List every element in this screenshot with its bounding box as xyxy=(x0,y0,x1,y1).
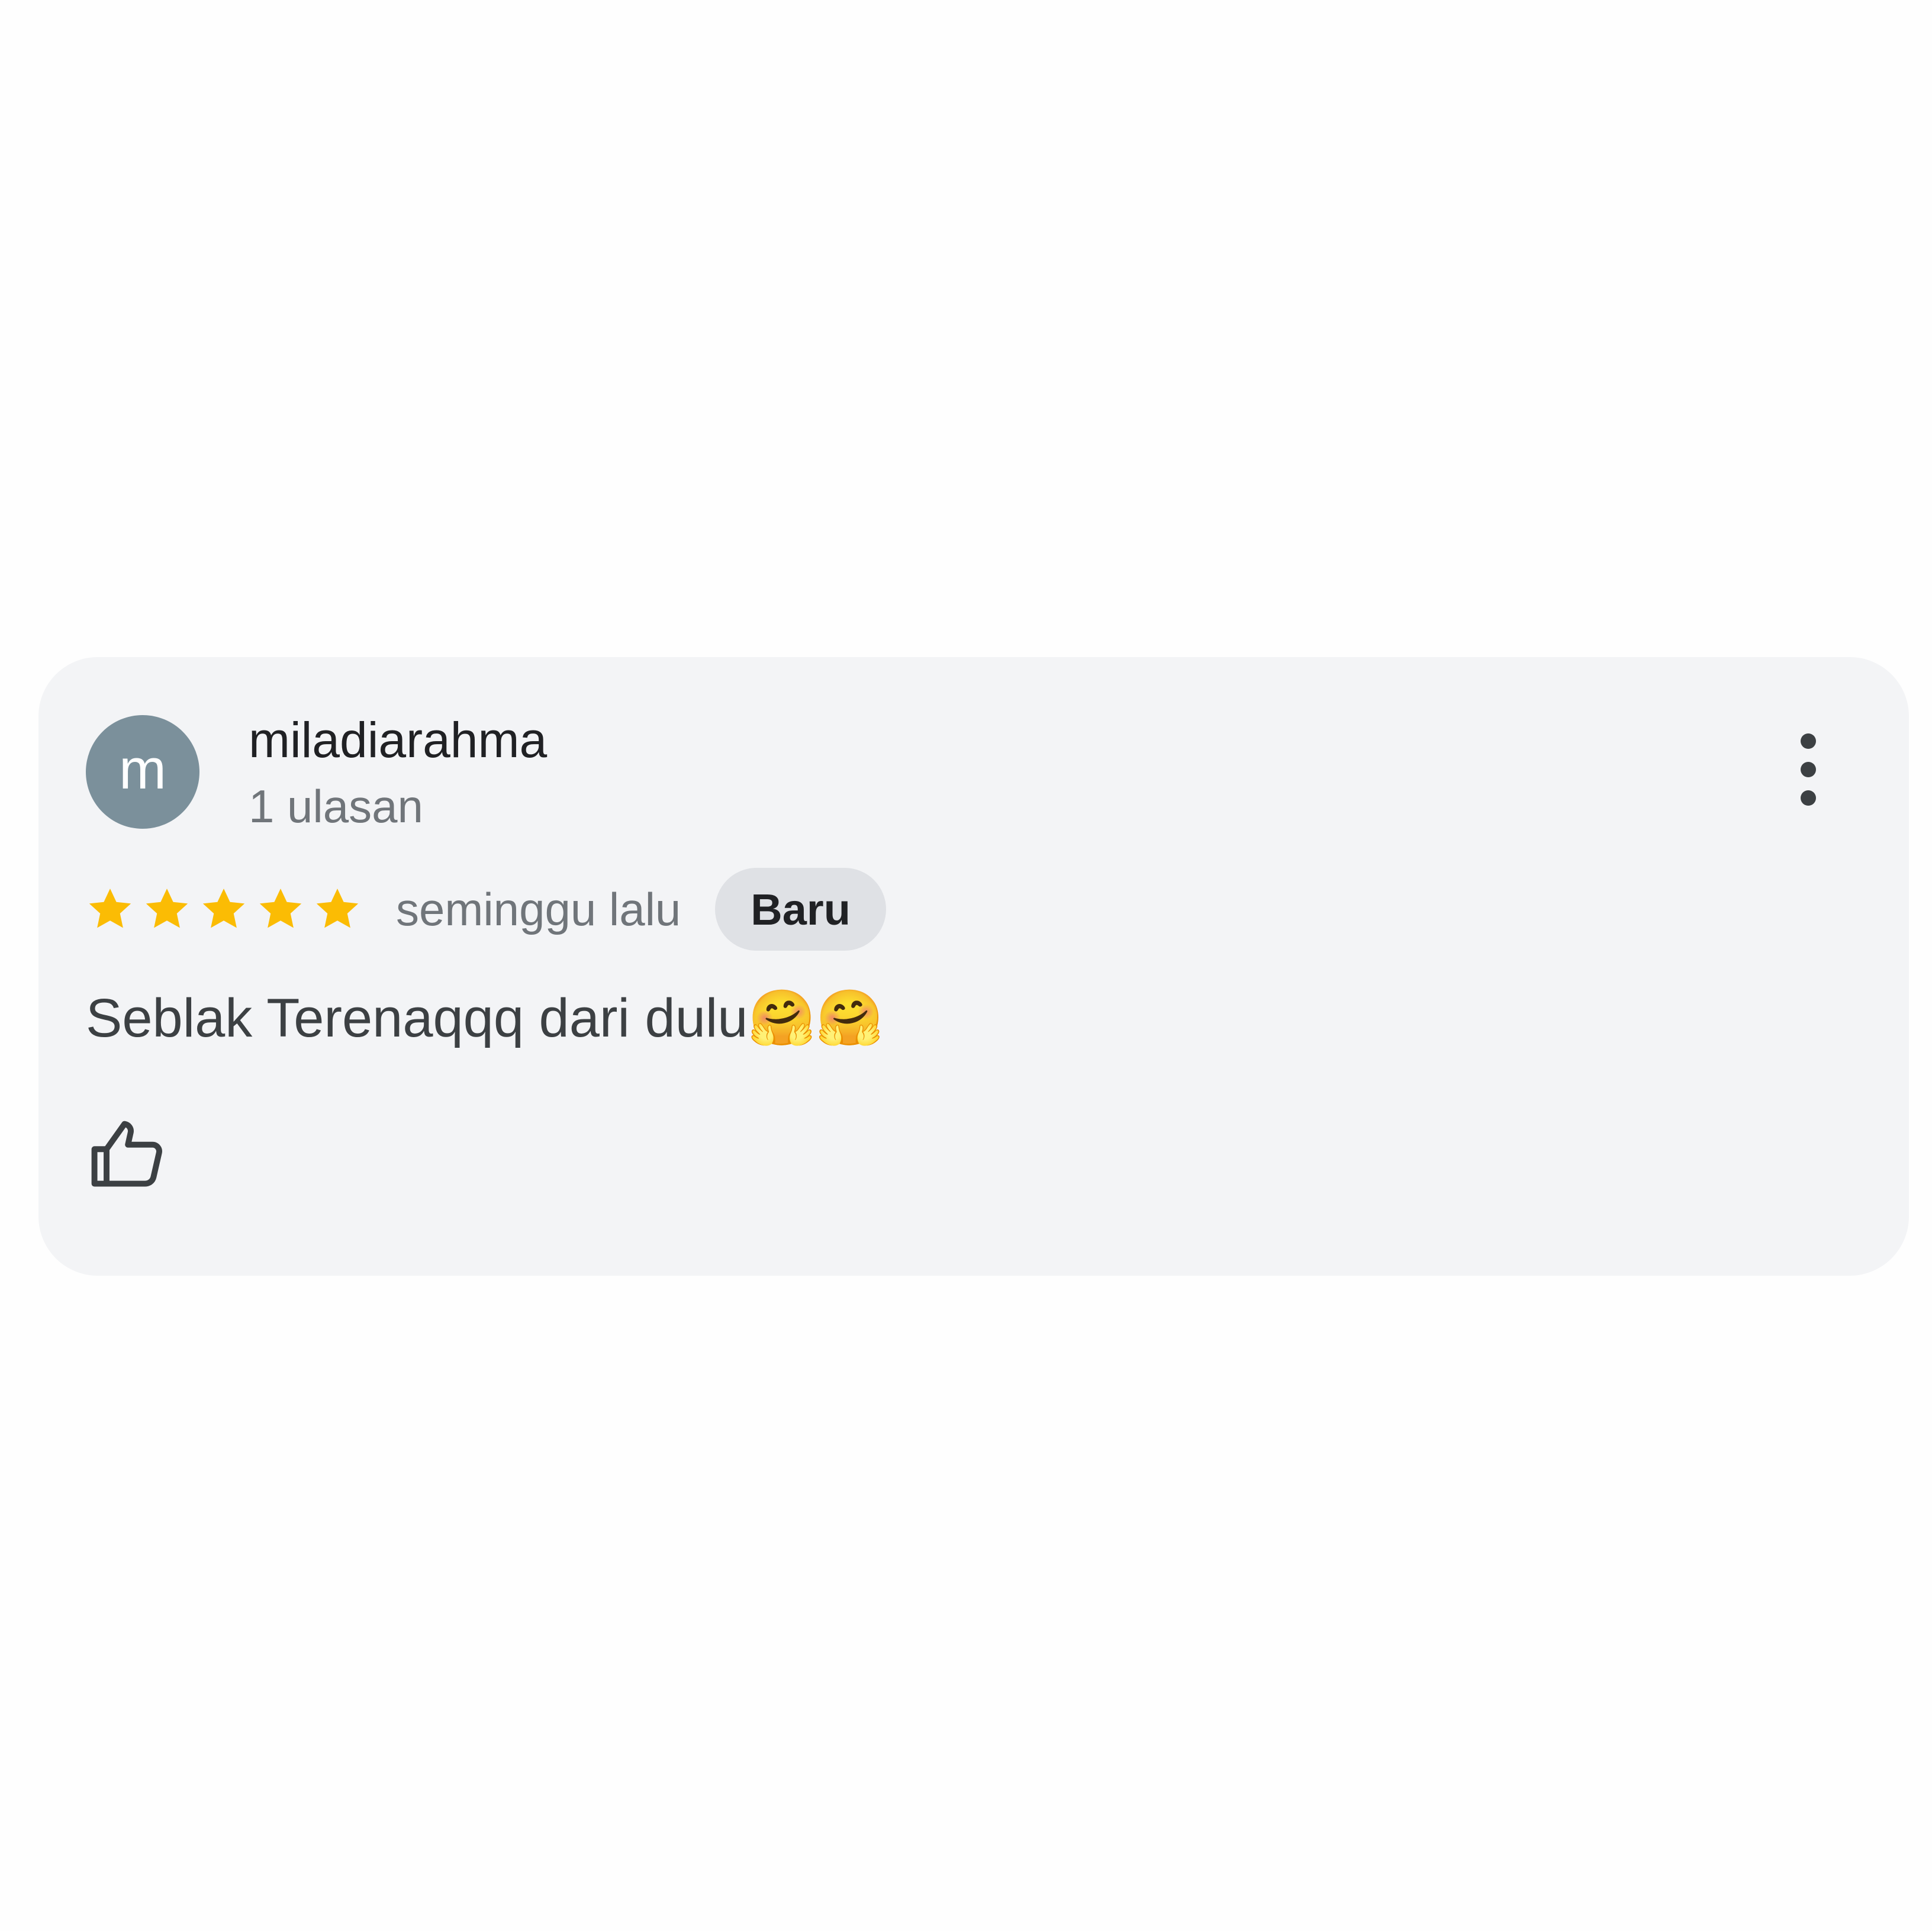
star-icon xyxy=(313,885,362,934)
thumb-up-icon xyxy=(86,1113,175,1196)
star-icon xyxy=(143,885,191,934)
star-icon xyxy=(86,885,134,934)
author-review-count[interactable]: 1 ulasan xyxy=(249,779,423,835)
like-button[interactable] xyxy=(86,1113,175,1202)
author-name[interactable]: miladiarahma xyxy=(249,710,547,770)
more-options-button[interactable] xyxy=(1782,725,1835,814)
review-card: m miladiarahma 1 ulasan seminggu lalu Ba… xyxy=(38,657,1909,1276)
star-icon xyxy=(199,885,248,934)
review-time: seminggu lalu xyxy=(396,883,681,935)
avatar[interactable]: m xyxy=(86,715,199,829)
star-rating xyxy=(86,885,362,934)
more-vert-icon xyxy=(1801,733,1816,806)
avatar-initial: m xyxy=(119,738,166,801)
new-badge: Baru xyxy=(715,868,886,951)
review-text: Seblak Terenaqqq dari dulu🤗🤗 xyxy=(86,988,884,1048)
rating-row: seminggu lalu Baru xyxy=(86,868,886,951)
star-icon xyxy=(256,885,305,934)
